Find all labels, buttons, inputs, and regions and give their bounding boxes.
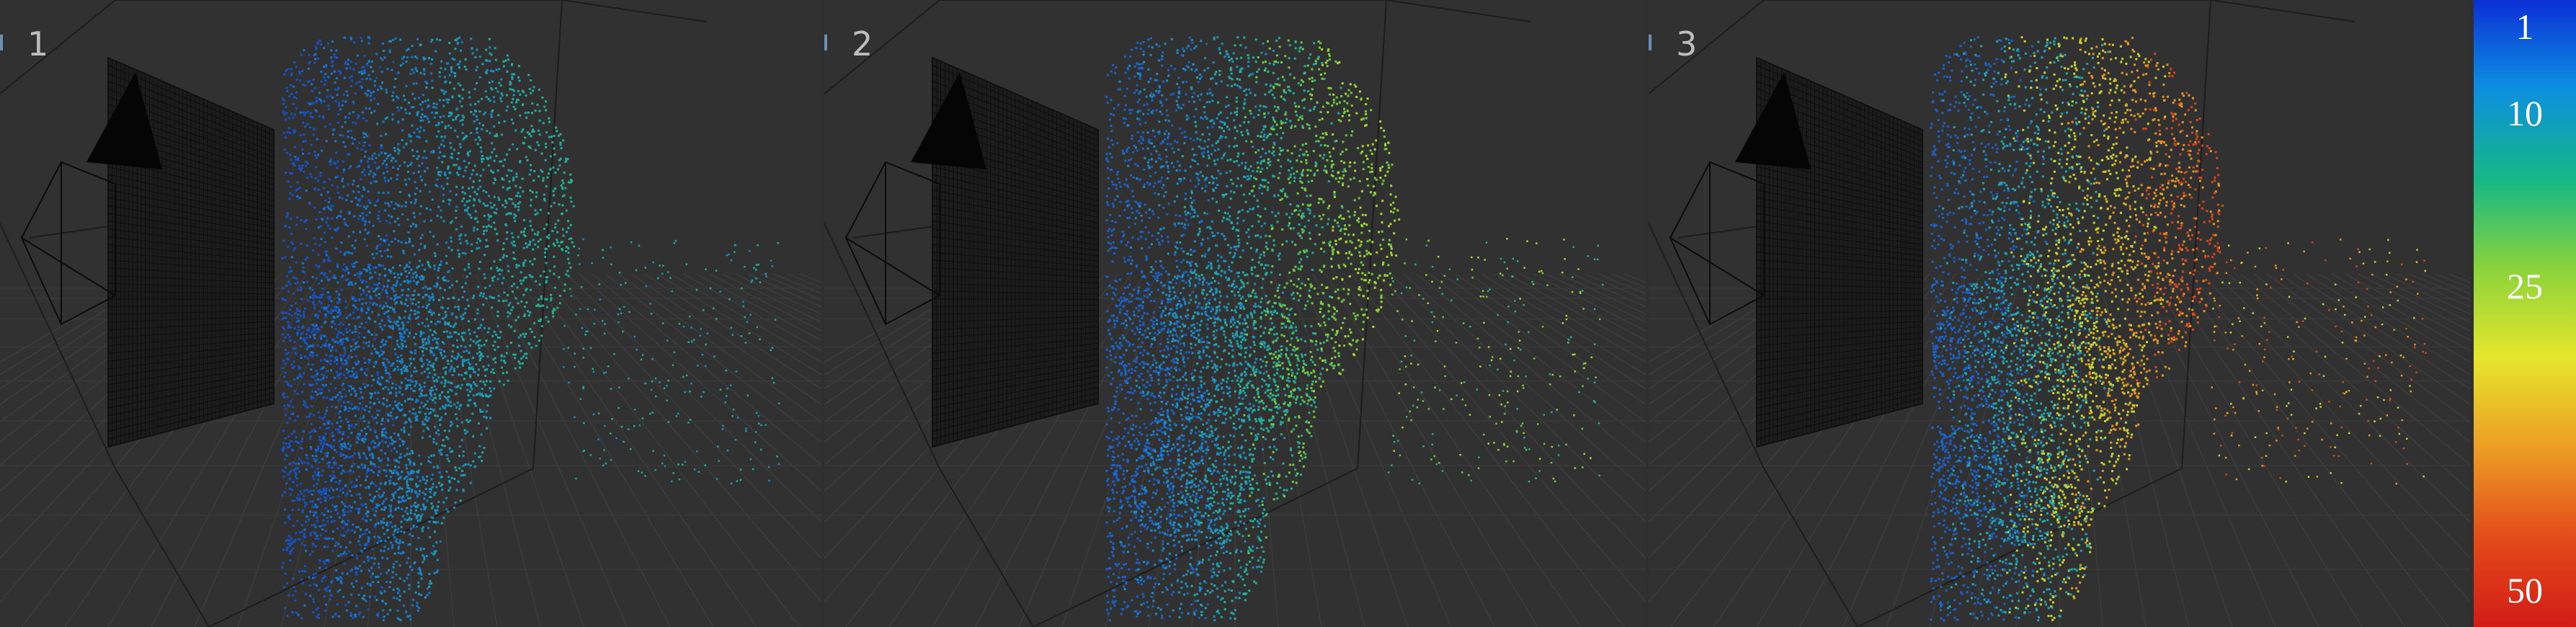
viewport-label: 3 bbox=[1676, 25, 1698, 63]
viewport-3[interactable]: 3 bbox=[1649, 0, 2470, 627]
point-cloud bbox=[1105, 36, 1604, 622]
viewport-1[interactable]: 1 bbox=[0, 0, 821, 627]
colorbar-legend: 1 10 25 50 bbox=[2474, 0, 2576, 627]
colorbar-label-1: 1 bbox=[2515, 6, 2534, 47]
colorbar-label-25: 25 bbox=[2507, 266, 2543, 306]
viewport-2[interactable]: 2 bbox=[824, 0, 1646, 627]
viewport-label: 2 bbox=[852, 25, 873, 63]
point-cloud bbox=[1930, 36, 2427, 622]
colorbar-label-10: 10 bbox=[2507, 93, 2543, 133]
colorbar-label-50: 50 bbox=[2507, 570, 2543, 610]
point-cloud bbox=[281, 36, 780, 622]
viewport-label: 1 bbox=[27, 25, 49, 63]
